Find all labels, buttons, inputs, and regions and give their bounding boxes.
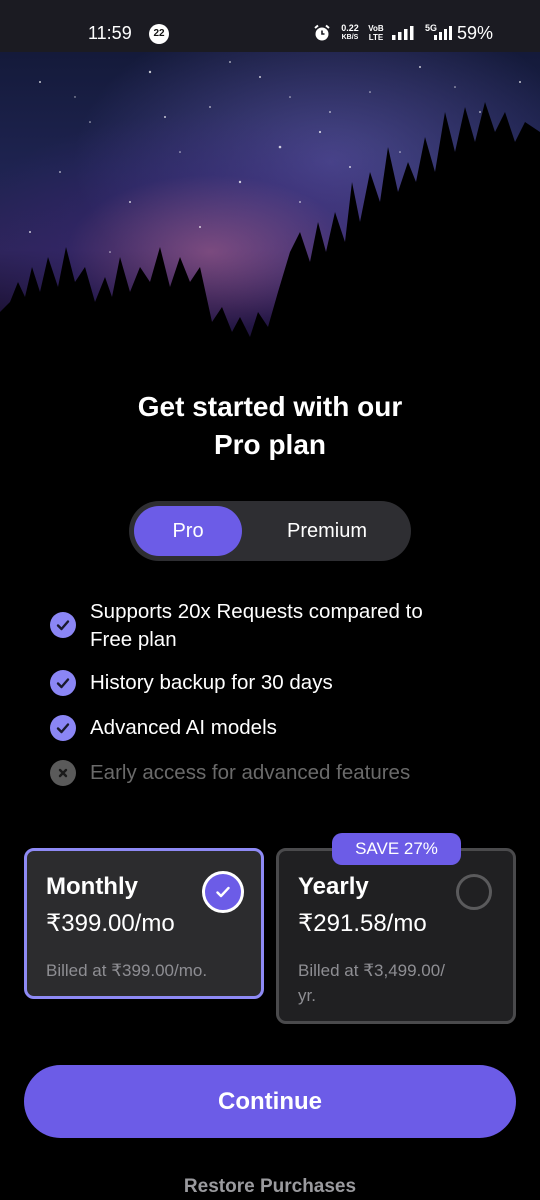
status-time: 11:59	[88, 23, 132, 43]
volte-top: VoB	[368, 24, 384, 33]
restore-purchases-link[interactable]: Restore Purchases	[0, 1176, 540, 1198]
radio-unselected-icon	[456, 874, 492, 910]
x-icon	[50, 760, 76, 786]
plan-title: Yearly	[298, 873, 369, 900]
page-title: Get started with our Pro plan	[0, 388, 540, 464]
signal-icon	[392, 26, 414, 40]
feature-text: Advanced AI models	[90, 716, 277, 739]
plan-price: ₹291.58/mo	[298, 910, 427, 937]
signal-icon	[434, 26, 452, 40]
feature-text: Early access for advanced features	[90, 761, 411, 784]
speed-unit: KB/S	[341, 34, 359, 41]
plan-billing: Billed at ₹3,499.00/ yr.	[298, 958, 498, 1008]
hero-starry-sky-image	[0, 52, 540, 382]
title-line-1: Get started with our	[137, 391, 403, 422]
plan-card-monthly[interactable]: Monthly ₹399.00/mo Billed at ₹399.00/mo.	[24, 848, 264, 999]
tab-pro[interactable]: Pro	[134, 506, 242, 556]
title-line-2: Pro plan	[213, 429, 326, 460]
feature-text-line-2: Free plan	[90, 628, 177, 651]
feature-text: Supports 20x Requests compared to Free p…	[90, 598, 423, 654]
plan-price: ₹399.00/mo	[46, 910, 175, 937]
plan-title: Monthly	[46, 873, 138, 900]
selected-check-icon	[202, 871, 244, 913]
continue-button[interactable]: Continue	[24, 1065, 516, 1138]
volte-bottom: LTE	[368, 33, 384, 42]
plan-billing-line-2: yr.	[298, 986, 316, 1005]
tab-premium[interactable]: Premium	[247, 506, 407, 556]
plan-billing: Billed at ₹399.00/mo.	[46, 961, 208, 980]
network-speed: 0.22 KB/S	[337, 23, 363, 43]
check-icon	[50, 612, 76, 638]
plan-billing-line-1: Billed at ₹3,499.00/	[298, 961, 445, 980]
plan-card-yearly[interactable]: Yearly ₹291.58/mo Billed at ₹3,499.00/ y…	[276, 848, 516, 1024]
feature-text-line-1: Supports 20x Requests compared to	[90, 600, 423, 623]
save-badge: SAVE 27%	[332, 833, 461, 865]
paywall-screen: 11:59 22 0.22 KB/S VoB LTE 5G 59% Get st…	[0, 0, 540, 1200]
battery-level: 59%	[457, 23, 494, 43]
check-icon	[50, 715, 76, 741]
notification-count-badge: 22	[149, 24, 169, 44]
feature-text: History backup for 30 days	[90, 671, 333, 694]
volte-indicator: VoB LTE	[366, 24, 386, 42]
forest-silhouette	[0, 61, 540, 382]
alarm-icon	[314, 24, 330, 41]
check-icon	[50, 670, 76, 696]
speed-value: 0.22	[341, 23, 359, 33]
plan-tier-toggle: Pro Premium	[129, 501, 411, 561]
status-bar: 11:59 22 0.22 KB/S VoB LTE 5G 59%	[0, 0, 540, 52]
